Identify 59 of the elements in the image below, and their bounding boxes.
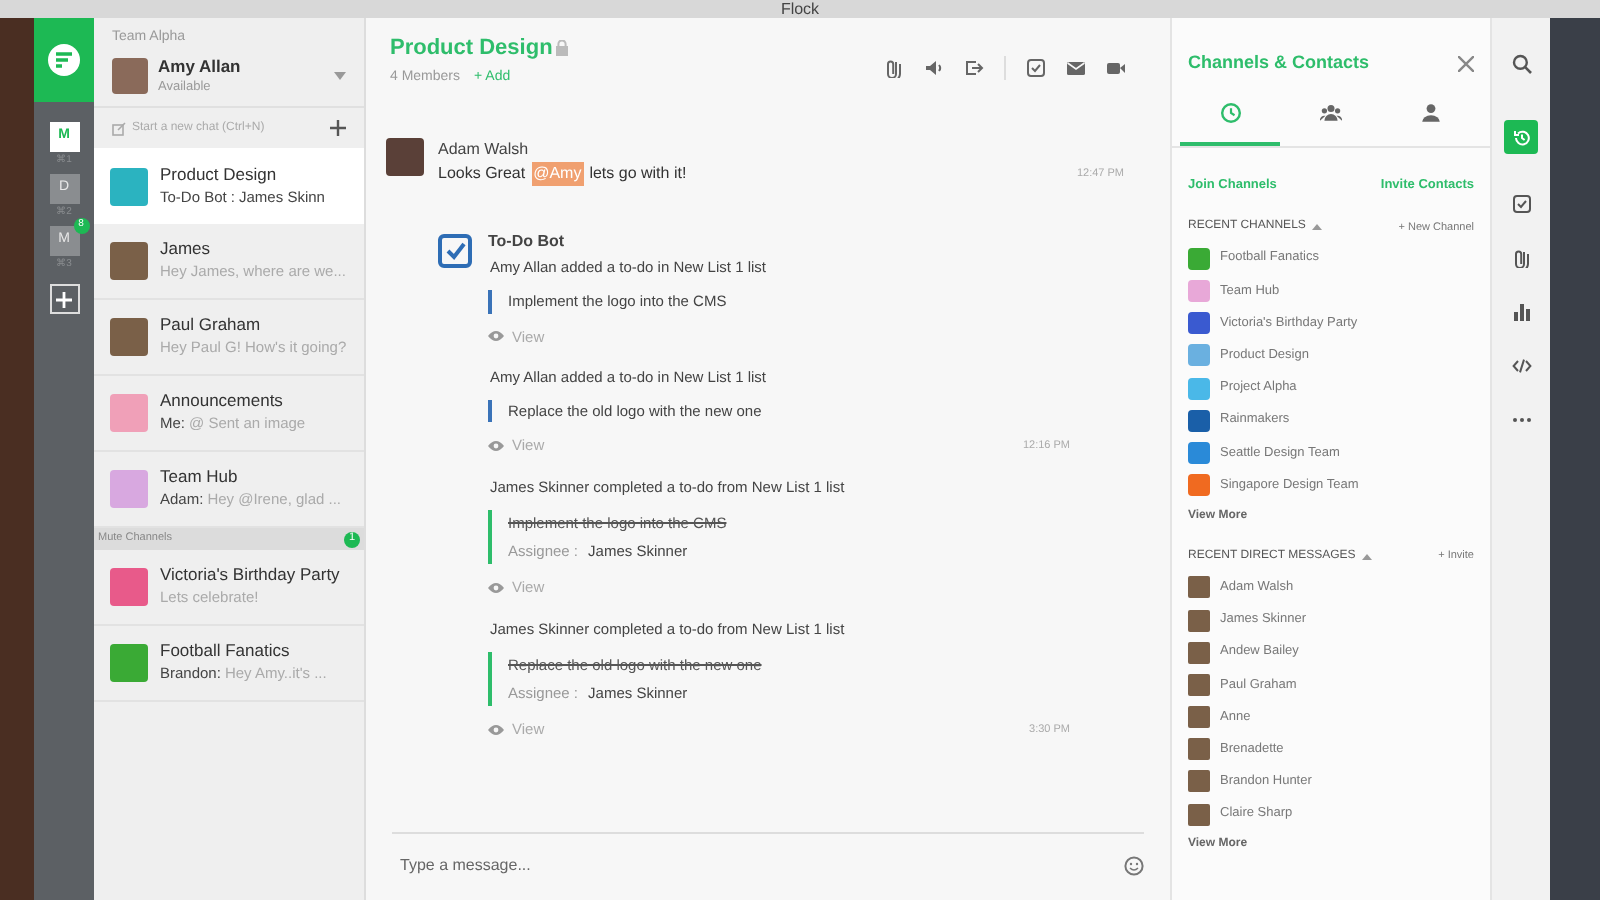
- eye-icon: [488, 330, 504, 343]
- checkbox-icon: [1511, 193, 1531, 213]
- eye-icon: [488, 439, 504, 452]
- chat-logo-icon: [46, 42, 82, 78]
- person-icon: [1420, 101, 1443, 123]
- avatar: [110, 318, 148, 356]
- mail-icon[interactable]: [1066, 58, 1086, 78]
- clock-icon: [1219, 101, 1242, 123]
- chat-name: Team Hub: [160, 466, 240, 489]
- group-icon: [1319, 101, 1342, 123]
- compose-icon: [112, 121, 126, 135]
- code-icon: [1511, 355, 1531, 375]
- chat-name: Paul Graham: [160, 314, 263, 337]
- bar-chart-icon: [1511, 301, 1531, 321]
- message-text: lets go with it!: [589, 162, 687, 186]
- exit-icon[interactable]: [964, 58, 984, 78]
- author-name: To-Do Bot: [488, 230, 567, 254]
- avatar: [1188, 770, 1210, 793]
- lock-icon: [556, 40, 569, 57]
- panel-title: Channels & Contacts: [1188, 50, 1370, 76]
- chat-name: James: [160, 238, 213, 261]
- window-title: Flock: [780, 0, 820, 18]
- chat-name: Football Fanatics: [160, 640, 292, 663]
- avatar: [1188, 673, 1210, 696]
- mention-tag: @Amy: [531, 162, 584, 186]
- message-input[interactable]: Type a message...: [392, 853, 1124, 877]
- emoji-icon[interactable]: [1124, 855, 1144, 875]
- avatar: [1188, 706, 1210, 729]
- close-icon[interactable]: [1458, 55, 1474, 72]
- user-avatar: [112, 57, 148, 94]
- avatar: [1188, 738, 1210, 761]
- speaker-icon[interactable]: [924, 58, 944, 78]
- chat-name: Announcements: [160, 390, 285, 413]
- add-workspace-button[interactable]: [49, 284, 79, 314]
- channel-title: Product Design: [390, 34, 553, 64]
- video-camera-icon[interactable]: [1106, 58, 1126, 78]
- collapse-caret-icon[interactable]: [1361, 553, 1372, 560]
- eye-icon: [488, 581, 504, 594]
- attachment-icon: [1511, 247, 1531, 267]
- search-icon: [1511, 53, 1531, 73]
- chat-name: Product Design: [160, 163, 279, 186]
- history-icon: [1511, 127, 1531, 147]
- plus-icon: [56, 291, 72, 307]
- message-text: Looks Great: [438, 162, 526, 186]
- avatar: [1188, 803, 1210, 826]
- checkbox-icon: [438, 234, 472, 268]
- avatar: [386, 138, 424, 176]
- avatar: [1188, 641, 1210, 664]
- avatar: [110, 242, 148, 280]
- chat-name: Victoria's Birthday Party: [160, 564, 340, 587]
- avatar: [1188, 576, 1210, 599]
- eye-icon: [488, 723, 504, 736]
- collapse-caret-icon[interactable]: [1311, 224, 1322, 231]
- plus-icon[interactable]: [330, 120, 346, 136]
- author-name: Adam Walsh: [438, 138, 531, 162]
- user-name: Amy Allan: [158, 53, 243, 79]
- attachment-icon[interactable]: [884, 58, 904, 78]
- checkbox-icon[interactable]: [1026, 58, 1046, 78]
- avatar: [1188, 609, 1210, 632]
